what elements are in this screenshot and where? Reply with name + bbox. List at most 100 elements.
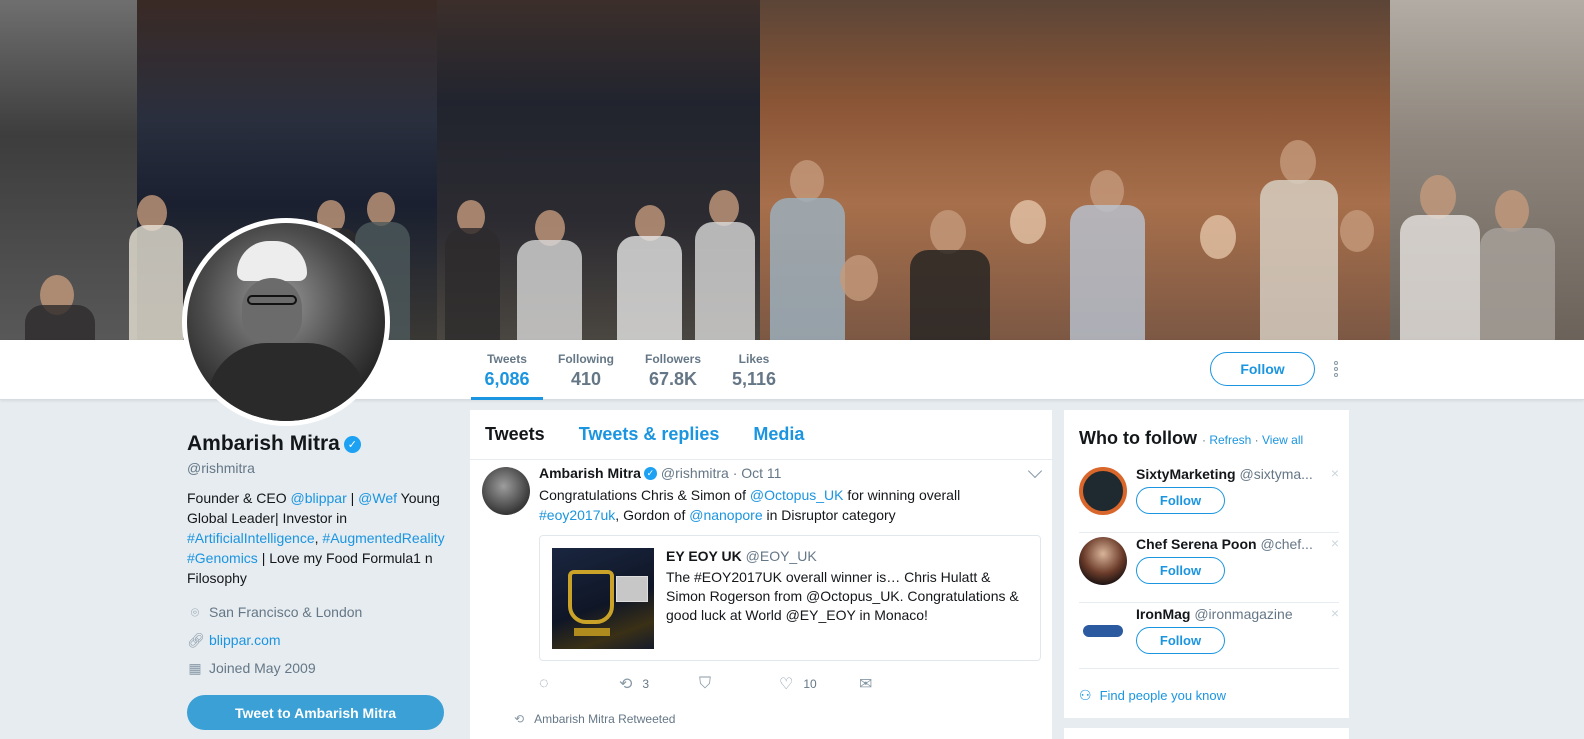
tweet-text-part: Congratulations Chris & Simon of [539, 487, 750, 503]
view-all-link[interactable]: View all [1262, 433, 1303, 447]
verified-badge-icon: ✓ [343, 435, 361, 453]
calendar-icon: ▦ [188, 659, 202, 676]
retweeted-label[interactable]: Ambarish Mitra Retweeted [534, 712, 675, 726]
follow-suggestion-button[interactable]: Follow [1136, 557, 1225, 584]
banner-photo-panel [760, 0, 1390, 340]
profile-website: 🔗︎ blippar.com [187, 630, 447, 650]
like-button[interactable]: ♡ 10 [779, 674, 859, 694]
banner-photo-panel [0, 0, 137, 340]
banner-photo-panel [437, 0, 760, 340]
profile-location: ⌾ San Francisco & London [187, 602, 447, 622]
pocket-icon: ⛉ [699, 675, 712, 692]
follow-button[interactable]: Follow [1210, 352, 1315, 386]
tweet-actions: ◌ ⟲ 3 ⛉ ♡ 10 ✉ [539, 674, 939, 694]
reply-icon: ◌ [539, 675, 549, 692]
hashtag-link[interactable]: #Genomics [187, 550, 258, 566]
follow-suggestion: SixtyMarketing @sixtyma... Follow × [1079, 463, 1339, 533]
separator: · [1251, 433, 1263, 447]
tweet-to-button[interactable]: Tweet to Ambarish Mitra [187, 695, 444, 730]
bio-text: Founder & CEO [187, 490, 291, 506]
who-to-follow-module: Who to follow · Refresh · View all Sixty… [1064, 410, 1349, 718]
tweet-text-part: in Disruptor category [762, 507, 896, 523]
suggestion-avatar[interactable] [1079, 607, 1127, 655]
banner-photo-panel [1390, 0, 1584, 340]
tweet[interactable]: Ambarish Mitra ✓ @rishmitra · Oct 11 Con… [470, 410, 1052, 726]
pocket-button[interactable]: ⛉ [699, 675, 779, 693]
profile-bio: Founder & CEO @blippar | @Wef Young Glob… [187, 488, 447, 588]
follow-suggestion: IronMag @ironmagazine Follow × [1079, 603, 1339, 669]
verified-badge-icon: ✓ [643, 466, 657, 480]
tweet-meta[interactable]: @rishmitra · Oct 11 [661, 465, 782, 481]
stat-followers[interactable]: Followers 67.8K [638, 340, 708, 400]
direct-message-button[interactable]: ✉ [859, 674, 939, 694]
follow-suggestion-button[interactable]: Follow [1136, 487, 1225, 514]
stat-likes[interactable]: Likes 5,116 [725, 340, 783, 400]
who-to-follow-title: Who to follow [1079, 428, 1197, 448]
retweet-icon: ⟲ [514, 712, 525, 726]
suggestion-handle[interactable]: @chef... [1260, 536, 1312, 552]
quoted-tweet-image [552, 548, 654, 649]
retweeted-indicator: ⟲ Ambarish Mitra Retweeted [514, 712, 675, 726]
profile-handle[interactable]: @rishmitra [187, 460, 447, 476]
stat-label: Tweets [487, 352, 527, 366]
suggestion-avatar[interactable] [1079, 537, 1127, 585]
mention-link[interactable]: @Wef [358, 490, 397, 506]
quoted-tweet-card[interactable]: EY EOY UK @EOY_UK The #EOY2017UK overall… [539, 535, 1041, 661]
profile-avatar[interactable] [182, 218, 390, 426]
quoted-author-handle: @EOY_UK [745, 548, 817, 564]
tweet-author-name[interactable]: Ambarish Mitra [539, 465, 641, 481]
stat-value: 67.8K [648, 369, 698, 389]
reply-button[interactable]: ◌ [539, 675, 619, 693]
close-icon[interactable]: × [1331, 605, 1339, 621]
suggestion-name[interactable]: SixtyMarketing [1136, 466, 1236, 482]
profile-card: Ambarish Mitra ✓ @rishmitra Founder & CE… [187, 432, 447, 678]
retweet-icon: ⟲ [619, 676, 633, 693]
stat-label: Followers [644, 352, 701, 366]
stat-value: 410 [570, 369, 602, 389]
tweet-text: Congratulations Chris & Simon of @Octopu… [539, 485, 1044, 525]
stat-value: 6,086 [484, 369, 530, 389]
quoted-author-name: EY EOY UK [666, 548, 742, 564]
stat-following[interactable]: Following 410 [553, 340, 619, 400]
hashtag-link[interactable]: #eoy2017uk [539, 507, 615, 523]
tweet-text-part: for winning overall [843, 487, 961, 503]
bio-text: | [346, 490, 359, 506]
stat-label: Likes [738, 352, 770, 366]
mention-link[interactable]: @nanopore [689, 507, 762, 523]
close-icon[interactable]: × [1331, 465, 1339, 481]
suggestion-handle[interactable]: @ironmagazine [1194, 606, 1292, 622]
like-count: 10 [803, 677, 817, 691]
profile-name[interactable]: Ambarish Mitra [187, 432, 340, 456]
location-pin-icon: ⌾ [190, 603, 200, 620]
more-dots-icon[interactable] [1330, 360, 1342, 380]
hashtag-link[interactable]: #ArtificialIntelligence [187, 530, 315, 546]
mention-link[interactable]: @blippar [291, 490, 347, 506]
profile-joined: ▦ Joined May 2009 [187, 658, 447, 678]
joined-date: Joined May 2009 [209, 660, 316, 676]
retweet-button[interactable]: ⟲ 3 [619, 674, 699, 694]
follow-suggestion: Chef Serena Poon @chef... Follow × [1079, 533, 1339, 603]
stat-label: Following [558, 352, 614, 366]
mail-icon: ✉ [859, 676, 873, 693]
tweet-author-avatar[interactable] [482, 467, 530, 515]
people-icon: ⚇ [1079, 687, 1092, 703]
website-link[interactable]: blippar.com [209, 632, 281, 648]
close-icon[interactable]: × [1331, 535, 1339, 551]
mention-link[interactable]: @Octopus_UK [750, 487, 844, 503]
suggestion-name[interactable]: IronMag [1136, 606, 1190, 622]
chevron-down-icon[interactable] [1027, 463, 1043, 479]
hashtag-link[interactable]: #AugmentedReality [322, 530, 444, 546]
location-text: San Francisco & London [209, 604, 363, 620]
find-people-label: Find people you know [1099, 688, 1227, 703]
suggestion-avatar[interactable] [1079, 467, 1127, 515]
sidebar-next-module [1064, 728, 1349, 739]
link-icon: 🔗︎ [187, 631, 205, 648]
stat-tweets[interactable]: Tweets 6,086 [471, 340, 543, 400]
follow-suggestion-button[interactable]: Follow [1136, 627, 1225, 654]
suggestion-handle[interactable]: @sixtyma... [1239, 466, 1312, 482]
find-people-link[interactable]: ⚇ Find people you know [1079, 687, 1226, 704]
quoted-tweet-text: The #EOY2017UK overall winner is… Chris … [666, 569, 1019, 623]
refresh-link[interactable]: Refresh [1209, 433, 1251, 447]
tweet-text-part: , Gordon of [615, 507, 690, 523]
suggestion-name[interactable]: Chef Serena Poon [1136, 536, 1257, 552]
